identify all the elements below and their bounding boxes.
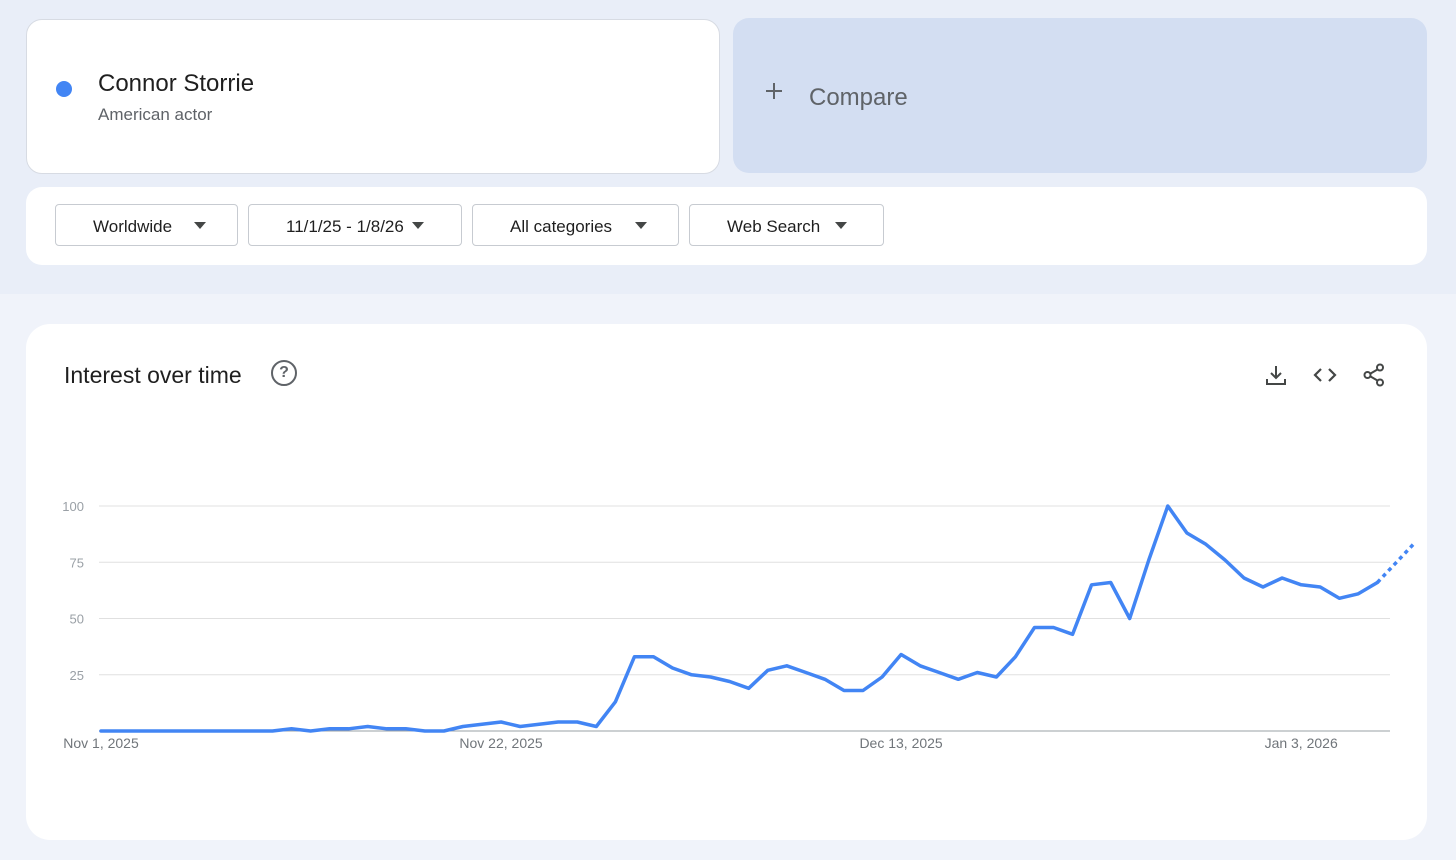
y-tick-label: 25 [70,668,84,683]
compare-label: Compare [809,84,908,111]
region-filter-label: Worldwide [93,217,173,236]
interest-over-time-panel: Interest over time ? 25 50 75 100 Nov 1, 202… [26,324,1427,840]
caret-down-icon [194,222,206,229]
y-tick-label: 50 [70,612,84,627]
category-filter-label: All categories [510,217,613,236]
search-term-name[interactable]: Connor Storrie [98,70,254,98]
interest-chart: 25 50 75 100 Nov 1, 2025 Nov 22, 2025 Dec 13, … [62,499,1417,751]
filter-bar: Worldwide 11/1/25 - 1/8/26 All categorie… [26,187,1427,265]
region-filter[interactable]: Worldwide [55,204,238,246]
date-range-filter[interactable]: 11/1/25 - 1/8/26 [248,204,462,246]
search-type-filter[interactable]: Web Search [689,204,884,246]
search-term-description: American actor [98,105,213,124]
x-tick-label: Jan 3, 2026 [1265,735,1338,751]
y-tick-label: 75 [70,555,84,570]
caret-down-icon [412,222,424,229]
y-tick-label: 100 [62,499,84,514]
search-type-filter-label: Web Search [727,217,821,236]
search-term-card[interactable]: Connor Storrie American actor [26,19,720,174]
category-filter[interactable]: All categories [472,204,679,246]
x-tick-label: Nov 1, 2025 [63,735,139,751]
series-color-dot [56,81,72,97]
x-tick-label: Nov 22, 2025 [459,735,542,751]
x-tick-label: Dec 13, 2025 [859,735,942,751]
caret-down-icon [635,222,647,229]
caret-down-icon [835,222,847,229]
date-range-filter-label: 11/1/25 - 1/8/26 [286,217,404,236]
plus-icon [766,83,782,99]
compare-button[interactable]: Compare [733,18,1427,173]
